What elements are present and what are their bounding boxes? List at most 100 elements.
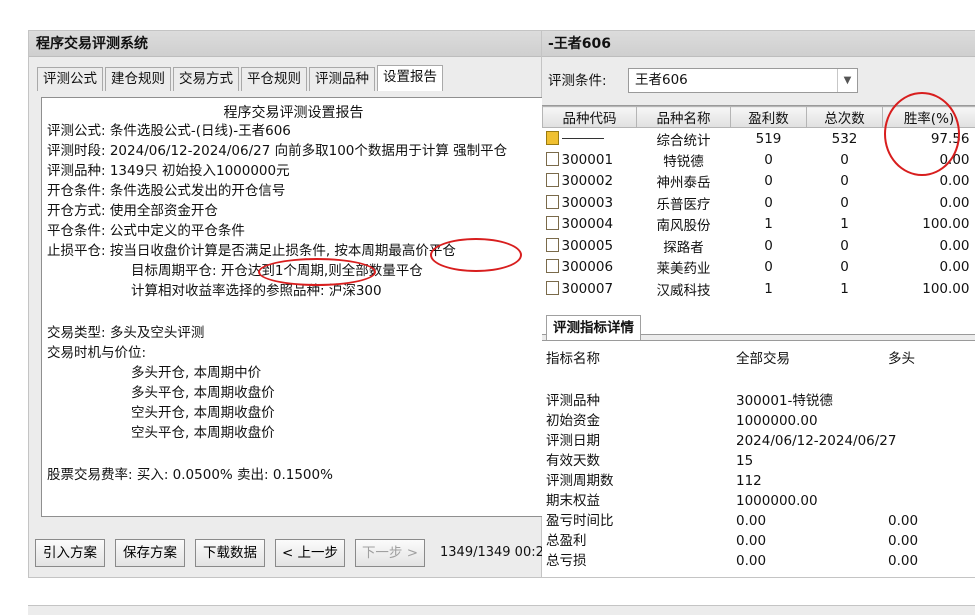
tab-indicator-details[interactable]: 评测指标详情 bbox=[546, 315, 641, 340]
report-line-period: 评测时段: 2024/06/12-2024/06/27 向前多取100个数据用于… bbox=[47, 143, 508, 159]
detail-row: 评测日期 2024/06/12-2024/06/27 bbox=[546, 431, 975, 451]
row-total: 1 bbox=[840, 216, 849, 233]
stock-icon bbox=[545, 280, 559, 295]
tab-formula[interactable]: 评测公式 bbox=[37, 67, 103, 91]
table-row[interactable]: 300002 神州泰岳 0 0 0.00 bbox=[543, 171, 975, 193]
header-win-rate[interactable]: 胜率(%) bbox=[882, 106, 975, 128]
report-line-benchmark: 计算相对收益率选择的参照品种: 沪深300 bbox=[131, 283, 382, 299]
detail-row-all: 0.00 bbox=[736, 553, 767, 569]
detail-header-long: 多头 bbox=[888, 351, 915, 367]
progress-counter: 1349/1349 00:2 bbox=[440, 545, 544, 560]
header-profit-count[interactable]: 盈利数 bbox=[730, 106, 807, 128]
report-line-short-close: 空头平仓, 本周期收盘价 bbox=[131, 425, 275, 441]
row-code: 300001 bbox=[561, 151, 614, 168]
report-line-instruments: 评测品种: 1349只 初始投入1000000元 bbox=[47, 163, 290, 179]
detail-row-name: 有效天数 bbox=[546, 453, 600, 469]
row-name: 探路者 bbox=[663, 239, 704, 256]
detail-row-name: 评测周期数 bbox=[546, 473, 614, 489]
row-name: 神州泰岳 bbox=[656, 175, 711, 192]
row-code: 300006 bbox=[561, 259, 614, 276]
condition-value: 王者606 bbox=[635, 72, 688, 88]
settings-report-panel[interactable]: 程序交易评测设置报告 评测公式: 条件选股公式-(日线)-王者606 评测时段:… bbox=[41, 97, 546, 517]
summary-line-icon bbox=[561, 137, 604, 139]
detail-row: 盈亏时间比 0.00 0.00 bbox=[546, 511, 975, 531]
detail-row-all: 112 bbox=[736, 473, 762, 489]
detail-row: 总亏损 0.00 0.00 bbox=[546, 551, 975, 571]
button-bar: 引入方案 保存方案 下载数据 < 上一步 下一步 > 1349/1349 00:… bbox=[29, 531, 544, 579]
tab-instruments[interactable]: 评测品种 bbox=[309, 67, 375, 91]
row-name: 汉威科技 bbox=[656, 282, 711, 299]
detail-header-all: 全部交易 bbox=[736, 351, 790, 367]
row-rate: 0.00 bbox=[939, 151, 970, 168]
detail-row-all: 1000000.00 bbox=[736, 413, 818, 429]
row-profit: 0 bbox=[764, 151, 773, 168]
stock-icon bbox=[545, 216, 559, 231]
row-name: 南风股份 bbox=[656, 218, 711, 235]
detail-row-name: 总亏损 bbox=[546, 553, 587, 569]
tab-close-rules[interactable]: 平仓规则 bbox=[241, 67, 307, 91]
table-row[interactable]: 300007 汉威科技 1 1 100.00 bbox=[543, 278, 975, 300]
condition-select[interactable]: 王者606 ▼ bbox=[628, 68, 858, 93]
tab-settings-report[interactable]: 设置报告 bbox=[377, 65, 443, 91]
header-code[interactable]: 品种代码 bbox=[542, 106, 637, 128]
row-rate: 100.00 bbox=[922, 280, 970, 297]
header-name[interactable]: 品种名称 bbox=[636, 106, 731, 128]
stock-icon bbox=[545, 259, 559, 274]
row-profit: 0 bbox=[764, 194, 773, 211]
chevron-down-icon[interactable]: ▼ bbox=[837, 69, 857, 92]
detail-header-name: 指标名称 bbox=[546, 351, 600, 367]
row-code: 300002 bbox=[561, 173, 614, 190]
prev-step-button[interactable]: < 上一步 bbox=[275, 539, 345, 567]
results-window-title: -王者606 bbox=[542, 31, 975, 57]
row-code: 300004 bbox=[561, 216, 614, 233]
tab-open-rules[interactable]: 建仓规则 bbox=[105, 67, 171, 91]
report-line-open-condition: 开仓条件: 条件选股公式发出的开仓信号 bbox=[47, 183, 286, 199]
row-total: 0 bbox=[840, 259, 849, 276]
row-total: 0 bbox=[840, 194, 849, 211]
row-total: 0 bbox=[840, 237, 849, 254]
detail-row-long: 0.00 bbox=[888, 513, 919, 529]
evaluation-system-window: 程序交易评测系统 评测公式 建仓规则 交易方式 平仓规则 评测品种 设置报告 程… bbox=[28, 30, 546, 579]
table-row[interactable]: 300001 特锐德 0 0 0.00 bbox=[543, 149, 975, 171]
report-line-long-open: 多头开仓, 本周期中价 bbox=[131, 365, 262, 381]
row-profit: 519 bbox=[755, 130, 782, 147]
header-total-count[interactable]: 总次数 bbox=[806, 106, 883, 128]
report-line-stop-loss: 止损平仓: 按当日收盘价计算是否满足止损条件, 按本周期最高价平仓 bbox=[47, 243, 456, 259]
results-window: -王者606 评测条件: 王者606 ▼ 品种代码 品种名称 盈利数 总次数 胜… bbox=[542, 30, 975, 578]
import-plan-button[interactable]: 引入方案 bbox=[35, 539, 105, 567]
table-row-summary[interactable]: 综合统计 519 532 97.56 bbox=[543, 128, 975, 150]
download-data-button[interactable]: 下载数据 bbox=[195, 539, 265, 567]
report-title: 程序交易评测设置报告 bbox=[223, 105, 364, 121]
table-row[interactable]: 300003 乐普医疗 0 0 0.00 bbox=[543, 192, 975, 214]
row-total: 0 bbox=[840, 173, 849, 190]
row-name: 莱美药业 bbox=[656, 261, 711, 278]
row-total: 0 bbox=[840, 151, 849, 168]
stock-results-grid[interactable]: 品种代码 品种名称 盈利数 总次数 胜率(%) 综合统计 519 532 97.… bbox=[542, 105, 975, 335]
row-rate: 0.00 bbox=[939, 173, 970, 190]
window-title: 程序交易评测系统 bbox=[29, 31, 541, 57]
detail-row-name: 评测品种 bbox=[546, 393, 600, 409]
report-line-timing: 交易时机与价位: bbox=[47, 345, 147, 361]
row-profit: 0 bbox=[764, 173, 773, 190]
row-total: 1 bbox=[840, 280, 849, 297]
next-step-button[interactable]: 下一步 > bbox=[355, 539, 425, 567]
tab-bar: 评测公式 建仓规则 交易方式 平仓规则 评测品种 设置报告 bbox=[37, 65, 445, 91]
table-row[interactable]: 300006 莱美药业 0 0 0.00 bbox=[543, 257, 975, 279]
tab-trade-mode[interactable]: 交易方式 bbox=[173, 67, 239, 91]
row-profit: 0 bbox=[764, 259, 773, 276]
detail-row: 期末权益 1000000.00 bbox=[546, 491, 975, 511]
row-rate: 0.00 bbox=[939, 194, 970, 211]
stock-icon bbox=[545, 194, 559, 209]
detail-row-name: 盈亏时间比 bbox=[546, 513, 614, 529]
detail-row-all: 15 bbox=[736, 453, 754, 469]
table-row[interactable]: 300004 南风股份 1 1 100.00 bbox=[543, 214, 975, 236]
condition-label: 评测条件: bbox=[548, 73, 607, 89]
indicator-details-panel[interactable]: 指标名称 全部交易 多头 评测品种 300001-特锐德 初始资金 100000… bbox=[542, 340, 975, 577]
table-row[interactable]: 300005 探路者 0 0 0.00 bbox=[543, 235, 975, 257]
row-profit: 0 bbox=[764, 237, 773, 254]
detail-row-long: 0.00 bbox=[888, 533, 919, 549]
save-plan-button[interactable]: 保存方案 bbox=[115, 539, 185, 567]
report-line-trade-type: 交易类型: 多头及空头评测 bbox=[47, 325, 205, 341]
report-line-long-close: 多头平仓, 本周期收盘价 bbox=[131, 385, 275, 401]
detail-row-all: 0.00 bbox=[736, 533, 767, 549]
